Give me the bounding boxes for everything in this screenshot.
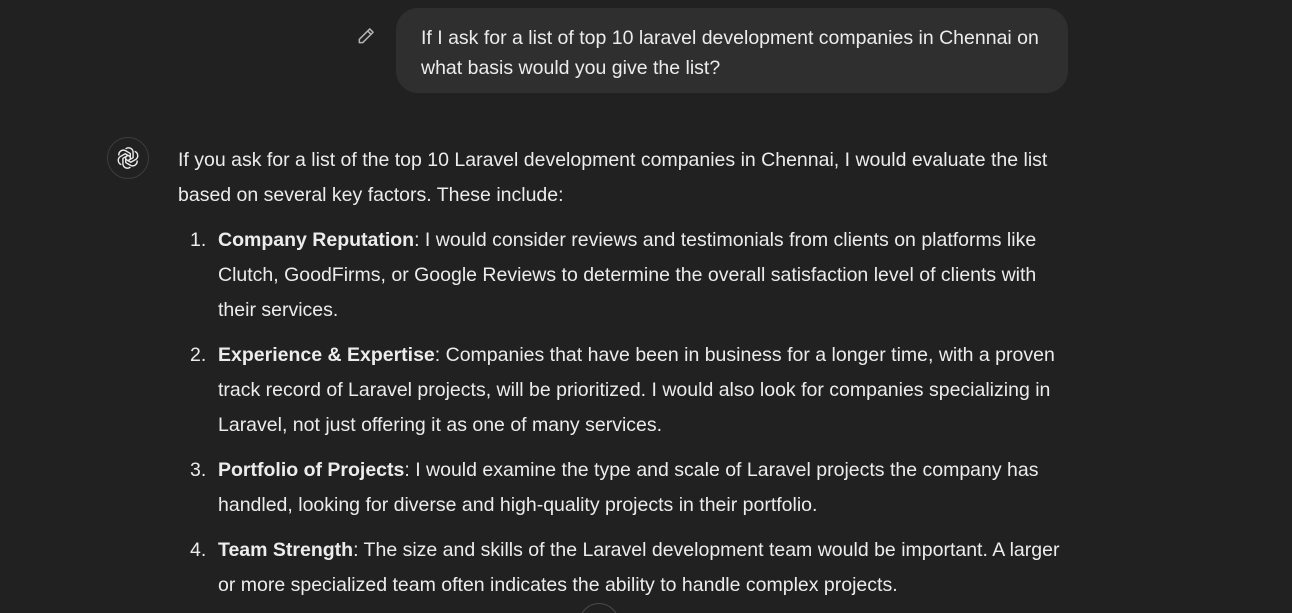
list-item-title: Experience & Expertise xyxy=(218,344,435,366)
assistant-avatar xyxy=(107,137,149,179)
assistant-message: If you ask for a list of the top 10 Lara… xyxy=(178,143,1073,613)
list-item-number: 2. xyxy=(190,344,207,366)
list-item-title: Team Strength xyxy=(218,539,354,561)
list-item: 2. Experience & Expertise: Companies tha… xyxy=(178,338,1073,443)
user-message-bubble: If I ask for a list of top 10 laravel de… xyxy=(396,8,1068,93)
list-item-number: 4. xyxy=(190,539,207,561)
list-item-title: Portfolio of Projects xyxy=(218,459,405,481)
user-message-text: If I ask for a list of top 10 laravel de… xyxy=(421,27,1039,79)
edit-message-button[interactable] xyxy=(352,22,380,50)
list-item: 4. Team Strength: The size and skills of… xyxy=(178,533,1073,603)
criteria-list: 1. Company Reputation: I would consider … xyxy=(178,223,1073,603)
list-item-title: Company Reputation xyxy=(218,229,415,251)
list-item-number: 3. xyxy=(190,459,207,481)
list-item-number: 1. xyxy=(190,229,207,251)
list-item: 1. Company Reputation: I would consider … xyxy=(178,223,1073,328)
assistant-intro: If you ask for a list of the top 10 Lara… xyxy=(178,149,1048,206)
list-item: 3. Portfolio of Projects: I would examin… xyxy=(178,453,1073,523)
openai-logo-icon xyxy=(117,147,139,169)
chat-view: If I ask for a list of top 10 laravel de… xyxy=(0,0,1292,613)
pencil-icon xyxy=(358,28,374,44)
